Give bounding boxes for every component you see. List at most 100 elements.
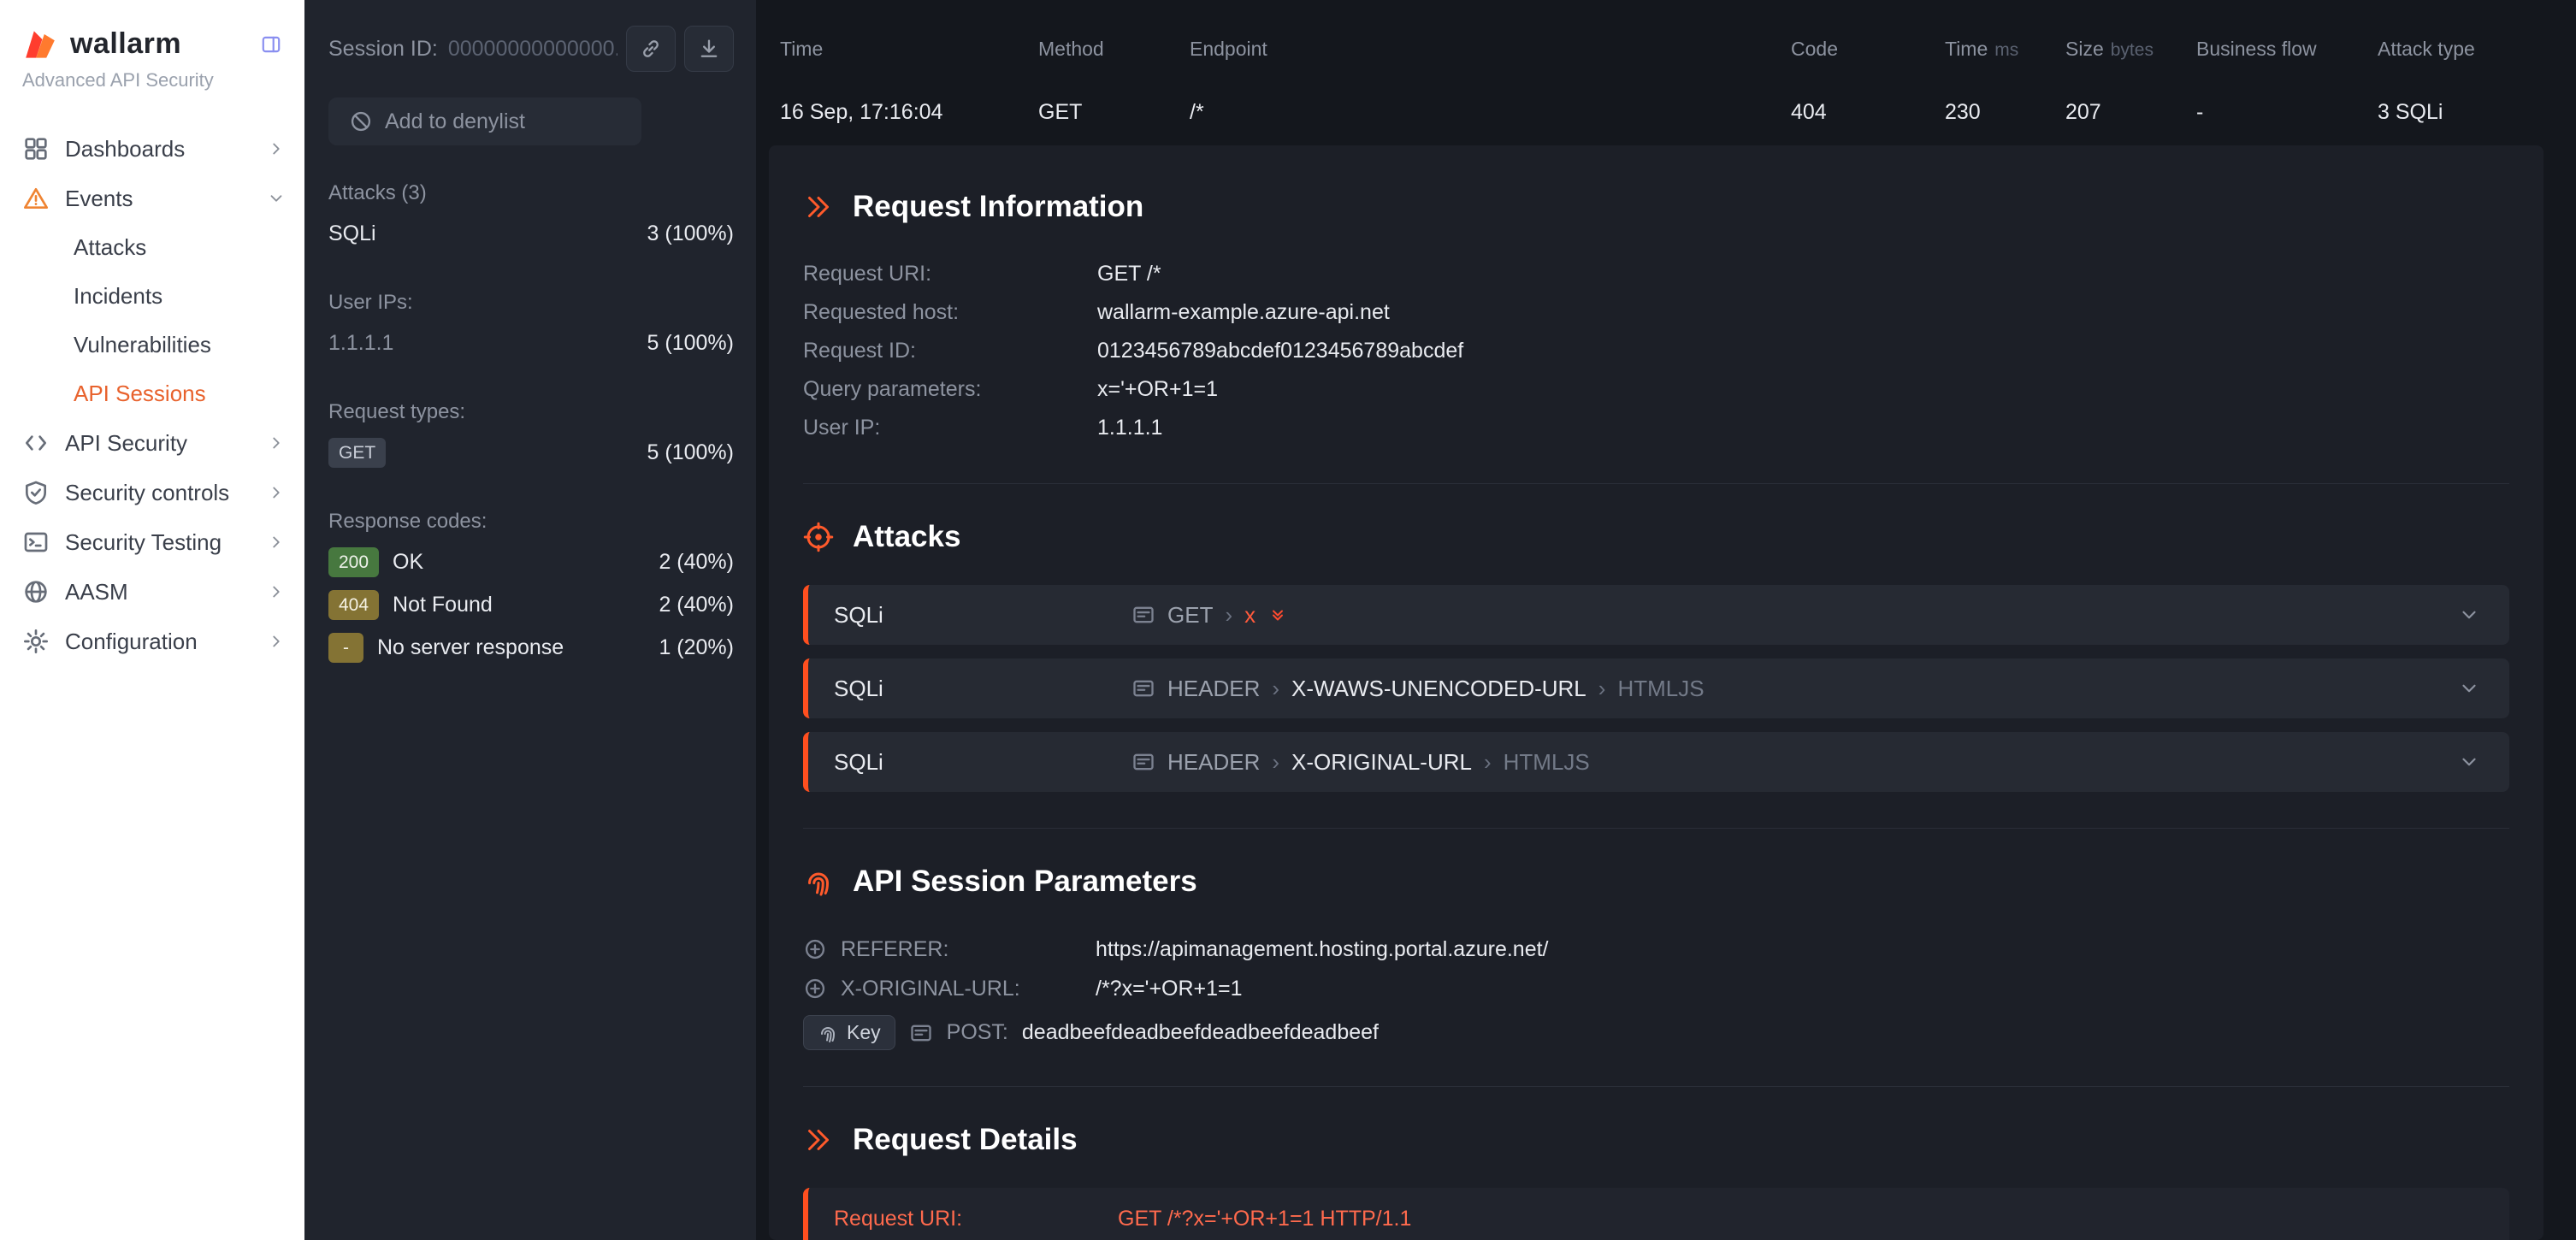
param-location-icon xyxy=(1131,603,1155,627)
sidebar-item-security-controls[interactable]: Security controls xyxy=(0,468,304,517)
session-key-param-row: Key POST: deadbeefdeadbeefdeadbeefdeadbe… xyxy=(803,1015,2509,1050)
request-type-row: GET 5 (100%) xyxy=(328,431,734,474)
sidebar-item-incidents[interactable]: Incidents xyxy=(0,272,304,321)
sidebar-item-aasm[interactable]: AASM xyxy=(0,567,304,617)
status-badge-404: 404 xyxy=(328,590,379,620)
collapse-sidebar-icon[interactable] xyxy=(260,33,282,56)
section-divider xyxy=(803,483,2509,484)
attack-row[interactable]: SQLi GET › x xyxy=(803,585,2509,645)
circle-plus-icon[interactable] xyxy=(803,977,827,1001)
requests-table-header: Time Method Endpoint Code Timems Sizebyt… xyxy=(756,0,2576,79)
chevron-right-icon xyxy=(267,434,286,452)
warning-triangle-icon xyxy=(22,185,50,212)
chevron-right-icon xyxy=(267,533,286,552)
cell-attack-type: 3 SQLi xyxy=(2378,100,2576,125)
request-information-header: Request Information xyxy=(803,190,2509,224)
fingerprint-icon xyxy=(803,866,834,897)
attack-stat-row: SQLi 3 (100%) xyxy=(328,212,734,255)
deny-icon xyxy=(349,109,373,133)
cell-time-ms: 230 xyxy=(1945,100,2065,125)
request-detail-card: Request Information Request URI: GET /* … xyxy=(769,145,2544,1240)
attacks-section-header: Attacks xyxy=(803,520,2509,554)
column-header-time-ms: Timems xyxy=(1945,38,2065,61)
cell-endpoint: /* xyxy=(1190,100,1791,125)
session-param-row: X-ORIGINAL-URL: /*?x='+OR+1=1 xyxy=(803,969,2509,1008)
column-header-endpoint: Endpoint xyxy=(1190,38,1791,61)
shield-icon xyxy=(22,479,50,506)
globe-icon xyxy=(22,578,50,605)
circle-plus-icon[interactable] xyxy=(803,937,827,961)
request-details-icon xyxy=(803,1125,834,1155)
session-summary-panel: Session ID: 00000000000000... Add to den… xyxy=(304,0,756,1240)
sidebar-item-attacks[interactable]: Attacks xyxy=(0,223,304,272)
param-location-icon xyxy=(1131,676,1155,700)
expand-chevron-icon[interactable] xyxy=(2458,677,2480,700)
fingerprint-icon xyxy=(818,1023,838,1043)
response-code-row: 404 Not Found 2 (40%) xyxy=(328,583,734,626)
session-parameters-header: API Session Parameters xyxy=(803,865,2509,899)
request-details-row[interactable]: Request URI: GET /*?x='+OR+1=1 HTTP/1.1 xyxy=(803,1188,2509,1240)
sidebar: wallarm Advanced API Security Dashboards… xyxy=(0,0,304,1240)
column-header-method: Method xyxy=(1038,38,1190,61)
session-id-value: 00000000000000... xyxy=(448,37,617,62)
attacks-stat-title: Attacks (3) xyxy=(328,181,734,205)
request-information-icon xyxy=(803,192,834,222)
dashboards-icon xyxy=(22,135,50,162)
key-badge: Key xyxy=(803,1015,895,1050)
danger-marker-icon xyxy=(1267,605,1288,625)
sidebar-nav: Dashboards Events Attacks Incidents Vuln… xyxy=(0,124,304,666)
column-header-attack-type: Attack type xyxy=(2378,38,2576,61)
param-location-icon xyxy=(1131,750,1155,774)
sidebar-item-security-testing[interactable]: Security Testing xyxy=(0,517,304,567)
field-user-ip: User IP: 1.1.1.1 xyxy=(803,409,2509,447)
status-badge-none: - xyxy=(328,633,363,663)
request-table-row[interactable]: 16 Sep, 17:16:04 GET /* 404 230 207 - 3 … xyxy=(756,79,2576,145)
session-id-row: Session ID: 00000000000000... xyxy=(328,26,734,72)
brand: wallarm xyxy=(0,27,304,61)
field-requested-host: Requested host: wallarm-example.azure-ap… xyxy=(803,293,2509,332)
download-button[interactable] xyxy=(684,26,734,72)
session-detail-main: Time Method Endpoint Code Timems Sizebyt… xyxy=(756,0,2576,1240)
sidebar-item-vulnerabilities[interactable]: Vulnerabilities xyxy=(0,321,304,369)
copy-link-button[interactable] xyxy=(626,26,676,72)
terminal-icon xyxy=(22,528,50,556)
column-header-size: Sizebytes xyxy=(2065,38,2196,61)
chevron-right-icon xyxy=(267,139,286,158)
sidebar-item-api-security[interactable]: API Security xyxy=(0,418,304,468)
session-id-label: Session ID: xyxy=(328,37,438,62)
chevron-right-icon xyxy=(267,582,286,601)
sidebar-item-configuration[interactable]: Configuration xyxy=(0,617,304,666)
attack-row[interactable]: SQLi HEADER › X-ORIGINAL-URL › HTMLJS xyxy=(803,732,2509,792)
sidebar-item-events[interactable]: Events xyxy=(0,174,304,223)
response-code-row: - No server response 1 (20%) xyxy=(328,626,734,669)
column-header-code: Code xyxy=(1791,38,1945,61)
api-security-icon xyxy=(22,429,50,457)
sidebar-item-dashboards[interactable]: Dashboards xyxy=(0,124,304,174)
chevron-down-icon xyxy=(267,189,286,208)
expand-chevron-icon[interactable] xyxy=(2458,751,2480,773)
attack-row[interactable]: SQLi HEADER › X-WAWS-UNENCODED-URL › HTM… xyxy=(803,658,2509,718)
sidebar-item-api-sessions[interactable]: API Sessions xyxy=(0,369,304,418)
field-request-uri: Request URI: GET /* xyxy=(803,255,2509,293)
cell-business-flow: - xyxy=(2196,100,2378,125)
section-divider xyxy=(803,1086,2509,1087)
request-details-header: Request Details xyxy=(803,1123,2509,1157)
user-ips-title: User IPs: xyxy=(328,291,734,315)
field-request-id: Request ID: 0123456789abcdef0123456789ab… xyxy=(803,332,2509,370)
user-ip-row: 1.1.1.1 5 (100%) xyxy=(328,322,734,364)
session-param-row: REFERER: https://apimanagement.hosting.p… xyxy=(803,930,2509,969)
field-query-parameters: Query parameters: x='+OR+1=1 xyxy=(803,370,2509,409)
request-types-title: Request types: xyxy=(328,400,734,424)
brand-subtitle: Advanced API Security xyxy=(0,69,304,92)
param-location-icon xyxy=(909,1021,933,1045)
add-to-denylist-button[interactable]: Add to denylist xyxy=(328,97,641,145)
gear-icon xyxy=(22,628,50,655)
brand-name: wallarm xyxy=(70,27,248,61)
cell-time: 16 Sep, 17:16:04 xyxy=(780,100,1038,125)
column-header-time: Time xyxy=(780,38,1038,61)
cell-code: 404 xyxy=(1791,100,1945,125)
section-divider xyxy=(803,828,2509,829)
chevron-right-icon xyxy=(267,632,286,651)
expand-chevron-icon[interactable] xyxy=(2458,604,2480,626)
status-badge-200: 200 xyxy=(328,547,379,577)
